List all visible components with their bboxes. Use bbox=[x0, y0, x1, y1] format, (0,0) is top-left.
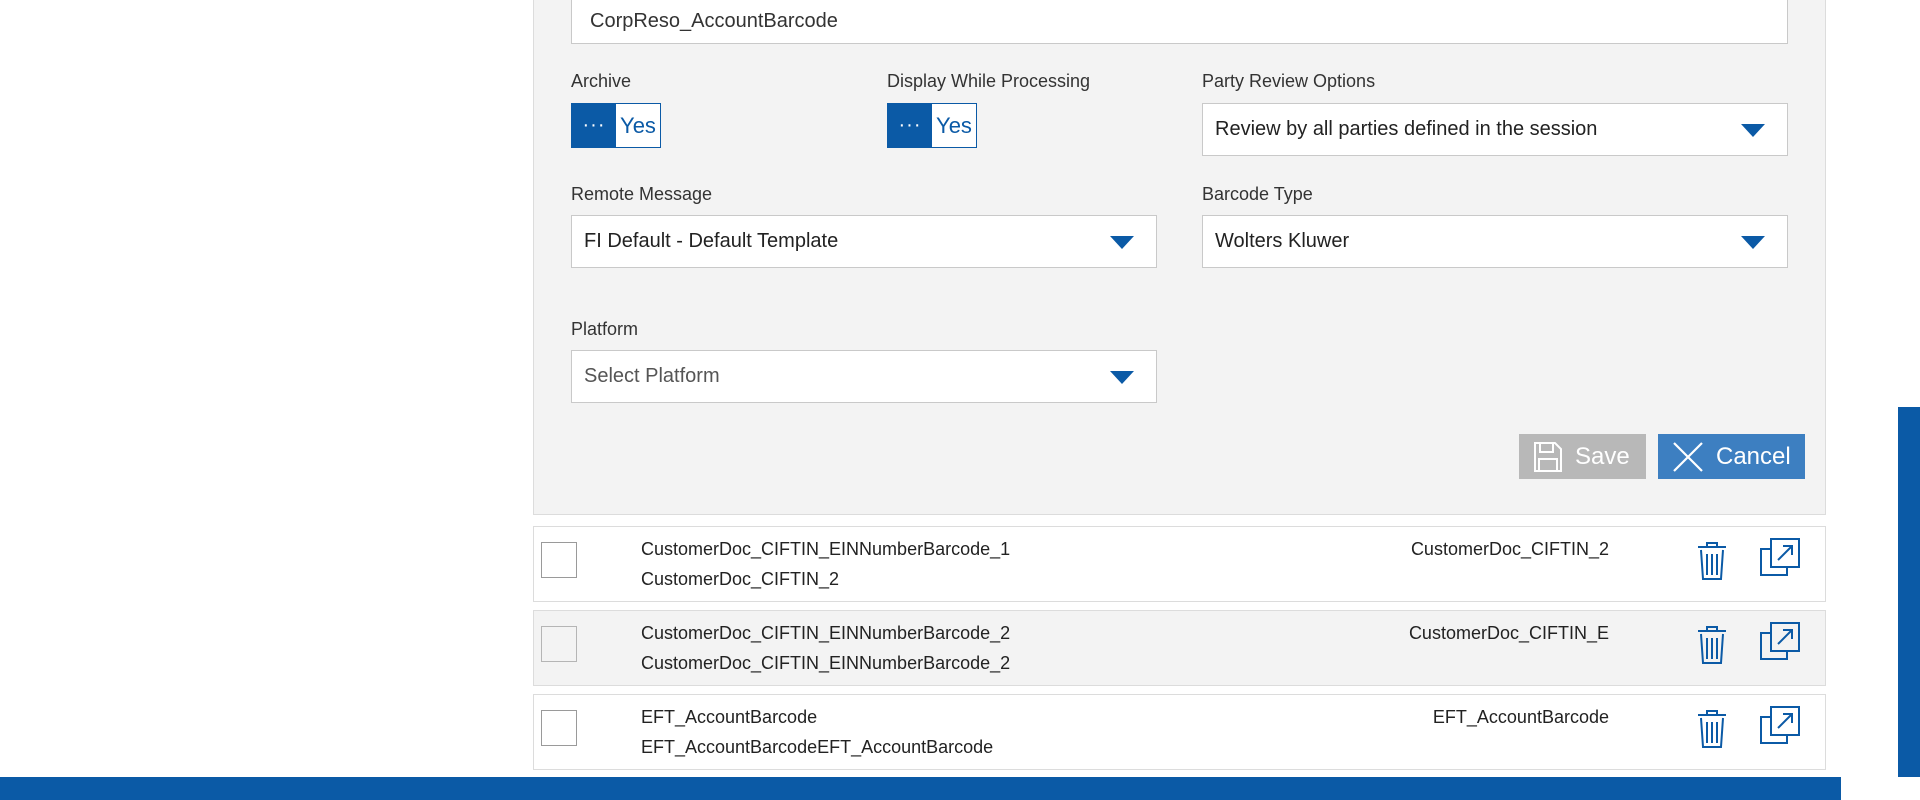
archive-toggle-value: Yes bbox=[620, 112, 656, 138]
trash-icon[interactable] bbox=[1695, 625, 1729, 665]
chevron-down-icon bbox=[1741, 123, 1765, 137]
barcode-type-value: Wolters Kluwer bbox=[1215, 230, 1350, 252]
floppy-disk-icon bbox=[1534, 441, 1562, 472]
display-while-processing-label: Display While Processing bbox=[887, 71, 1091, 91]
display-while-processing-value: Yes bbox=[936, 112, 972, 138]
row-name: CustomerDoc_CIFTIN_EINNumberBarcode_1 bbox=[641, 539, 1011, 559]
trash-icon[interactable] bbox=[1695, 541, 1729, 581]
name-field[interactable]: CorpReso_AccountBarcode bbox=[571, 0, 1788, 44]
ellipsis-icon: ··· bbox=[888, 104, 932, 147]
open-external-icon[interactable] bbox=[1759, 621, 1801, 661]
trash-icon[interactable] bbox=[1695, 709, 1729, 749]
save-button-label: Save bbox=[1575, 442, 1630, 470]
cancel-button[interactable]: Cancel bbox=[1658, 434, 1805, 479]
platform-placeholder: Select Platform bbox=[584, 365, 720, 387]
platform-label: Platform bbox=[571, 319, 639, 339]
table-row[interactable]: CustomerDoc_CIFTIN_EINNumberBarcode_1 Cu… bbox=[533, 526, 1826, 602]
display-while-processing-toggle[interactable]: ··· Yes bbox=[887, 103, 977, 148]
row-checkbox[interactable] bbox=[541, 710, 577, 746]
cancel-button-label: Cancel bbox=[1716, 442, 1791, 470]
row-document: EFT_AccountBarcode bbox=[1432, 707, 1609, 727]
party-review-options-value: Review by all parties defined in the ses… bbox=[1215, 118, 1598, 140]
table-row[interactable]: EFT_AccountBarcode EFT_AccountBarcodeEFT… bbox=[533, 694, 1826, 770]
party-review-options-label: Party Review Options bbox=[1202, 71, 1376, 91]
remote-message-value: FI Default - Default Template bbox=[584, 230, 839, 252]
row-description: CustomerDoc_CIFTIN_EINNumberBarcode_2 bbox=[641, 653, 1011, 673]
ellipsis-icon: ··· bbox=[572, 104, 616, 147]
chevron-down-icon bbox=[1741, 235, 1765, 249]
row-name: CustomerDoc_CIFTIN_EINNumberBarcode_2 bbox=[641, 623, 1011, 643]
platform-select[interactable]: Select Platform bbox=[571, 350, 1157, 403]
row-name: EFT_AccountBarcode bbox=[641, 707, 818, 727]
barcode-type-select[interactable]: Wolters Kluwer bbox=[1202, 215, 1788, 268]
open-external-icon[interactable] bbox=[1759, 537, 1801, 577]
footer-bar bbox=[0, 777, 1841, 800]
row-checkbox[interactable] bbox=[541, 626, 577, 662]
remote-message-label: Remote Message bbox=[571, 184, 713, 204]
archive-toggle[interactable]: ··· Yes bbox=[571, 103, 661, 148]
row-description: CustomerDoc_CIFTIN_2 bbox=[641, 569, 840, 589]
row-document: CustomerDoc_CIFTIN_E bbox=[1408, 623, 1609, 643]
open-external-icon[interactable] bbox=[1759, 705, 1801, 745]
party-review-options-select[interactable]: Review by all parties defined in the ses… bbox=[1202, 103, 1788, 156]
archive-label: Archive bbox=[571, 71, 632, 91]
scrollbar-thumb[interactable] bbox=[1898, 407, 1920, 777]
row-checkbox[interactable] bbox=[541, 542, 577, 578]
chevron-down-icon bbox=[1110, 235, 1134, 249]
close-icon bbox=[1673, 441, 1703, 472]
name-field-value: CorpReso_AccountBarcode bbox=[590, 9, 838, 32]
row-description: EFT_AccountBarcodeEFT_AccountBarcode bbox=[641, 737, 994, 757]
remote-message-select[interactable]: FI Default - Default Template bbox=[571, 215, 1157, 268]
table-row[interactable]: CustomerDoc_CIFTIN_EINNumberBarcode_2 Cu… bbox=[533, 610, 1826, 686]
barcode-type-label: Barcode Type bbox=[1202, 184, 1313, 204]
row-document: CustomerDoc_CIFTIN_2 bbox=[1410, 539, 1609, 559]
chevron-down-icon bbox=[1110, 370, 1134, 384]
save-button[interactable]: Save bbox=[1519, 434, 1646, 479]
